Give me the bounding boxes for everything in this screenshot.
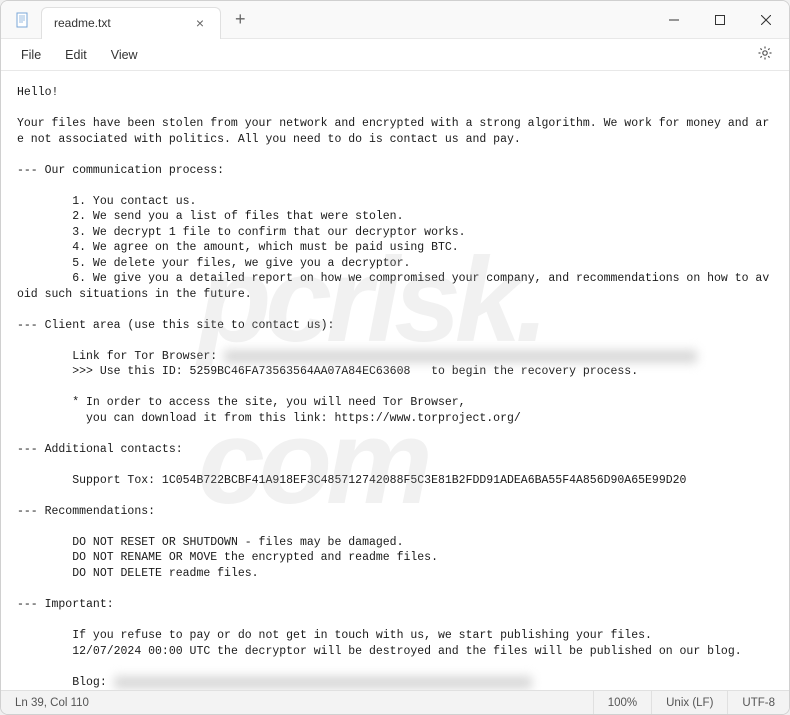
maximize-button[interactable]	[697, 1, 743, 38]
text-line: 6. We give you a detailed report on how …	[17, 272, 769, 301]
text-line: --- Additional contacts:	[17, 443, 183, 456]
text-line: 5. We delete your files, we give you a d…	[17, 257, 410, 270]
text-area[interactable]: pcrisk.comHello! Your files have been st…	[1, 71, 789, 690]
status-eol[interactable]: Unix (LF)	[651, 691, 727, 714]
text-line: Link for Tor Browser:	[17, 350, 224, 363]
window-controls	[651, 1, 789, 38]
app-window: readme.txt × + File Edit View pcrisk.co	[0, 0, 790, 715]
text-line: --- Recommendations:	[17, 505, 155, 518]
text-line: you can download it from this link: http…	[17, 412, 521, 425]
text-line: If you refuse to pay or do not get in to…	[17, 629, 652, 642]
text-line: Hello!	[17, 86, 58, 99]
text-line: 1. You contact us.	[17, 195, 196, 208]
menu-view[interactable]: View	[99, 44, 150, 66]
menu-file[interactable]: File	[9, 44, 53, 66]
close-button[interactable]	[743, 1, 789, 38]
status-zoom[interactable]: 100%	[593, 691, 651, 714]
text-line: --- Important:	[17, 598, 114, 611]
titlebar: readme.txt × +	[1, 1, 789, 39]
menu-edit[interactable]: Edit	[53, 44, 99, 66]
close-tab-icon[interactable]: ×	[192, 15, 208, 31]
text-line: 2. We send you a list of files that were…	[17, 210, 403, 223]
text-line: DO NOT RESET OR SHUTDOWN - files may be …	[17, 536, 403, 549]
redacted-blog-link	[114, 676, 532, 689]
menubar: File Edit View	[1, 39, 789, 71]
text-line: Your files have been stolen from your ne…	[17, 117, 769, 146]
text-line: 4. We agree on the amount, which must be…	[17, 241, 459, 254]
notepad-icon	[13, 10, 33, 30]
minimize-button[interactable]	[651, 1, 697, 38]
tab-title: readme.txt	[54, 16, 192, 30]
text-line: 3. We decrypt 1 file to confirm that our…	[17, 226, 466, 239]
text-line: --- Our communication process:	[17, 164, 224, 177]
status-encoding[interactable]: UTF-8	[727, 691, 789, 714]
new-tab-button[interactable]: +	[221, 9, 260, 30]
text-line: Blog:	[17, 676, 114, 689]
text-line: >>> Use this ID: 5259BC46FA73563564AA07A…	[17, 365, 638, 378]
tab-readme[interactable]: readme.txt ×	[41, 7, 221, 39]
text-line: Support Tox: 1C054B722BCBF41A918EF3C4857…	[17, 474, 686, 487]
text-line: --- Client area (use this site to contac…	[17, 319, 334, 332]
redacted-tor-link	[224, 350, 697, 363]
text-line: DO NOT RENAME OR MOVE the encrypted and …	[17, 551, 438, 564]
status-position[interactable]: Ln 39, Col 110	[1, 691, 593, 714]
statusbar: Ln 39, Col 110 100% Unix (LF) UTF-8	[1, 690, 789, 714]
text-line: 12/07/2024 00:00 UTC the decryptor will …	[17, 645, 742, 658]
gear-icon[interactable]	[757, 45, 773, 64]
text-line: DO NOT DELETE readme files.	[17, 567, 259, 580]
text-line: * In order to access the site, you will …	[17, 396, 466, 409]
